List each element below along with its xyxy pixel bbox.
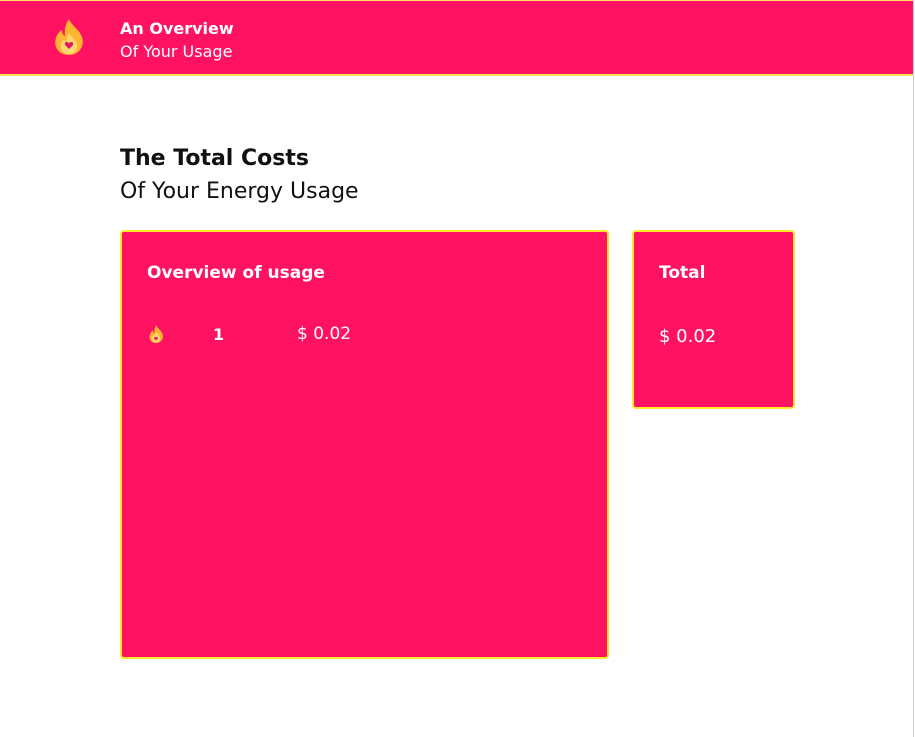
usage-row-cost: $ 0.02: [297, 324, 352, 344]
total-value: $ 0.02: [659, 326, 717, 347]
header-subtitle: Of Your Usage: [120, 42, 233, 61]
flame-heart-icon: [52, 18, 86, 56]
usage-overview-heading: Overview of usage: [147, 263, 325, 283]
app-header: An Overview Of Your Usage: [0, 0, 913, 76]
total-heading: Total: [659, 263, 706, 283]
flame-icon: [148, 324, 164, 344]
page-subtitle: Of Your Energy Usage: [120, 179, 359, 204]
total-card: Total $ 0.02: [632, 230, 795, 409]
page-title: The Total Costs: [120, 146, 309, 171]
header-title: An Overview: [120, 19, 234, 38]
usage-row-count: 1: [213, 325, 225, 344]
page: An Overview Of Your Usage The Total Cost…: [0, 0, 914, 737]
usage-overview-card: Overview of usage 1 $ 0.02: [120, 230, 609, 659]
